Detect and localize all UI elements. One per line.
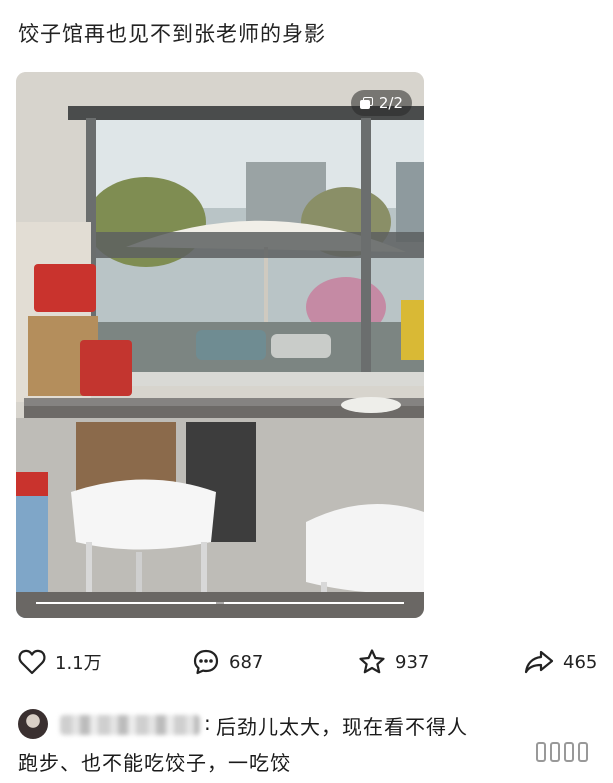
more-indicator-mark [550, 742, 560, 762]
blurred-username [60, 715, 200, 735]
avatar[interactable] [18, 709, 48, 739]
like-count: 1.1万 [55, 653, 102, 674]
star-icon [359, 649, 385, 674]
chat-bubble-icon [193, 649, 219, 675]
carousel-segment-2 [223, 602, 404, 604]
comment-item[interactable]: : 后劲儿太大，现在看不得人 跑步、也不能吃饺子，一吃饺 [18, 705, 598, 781]
favorite-button[interactable]: 937 [358, 642, 429, 682]
page-indicator-badge: 2/2 [350, 90, 412, 116]
comment-text-line1: 后劲儿太大，现在看不得人 [216, 715, 468, 739]
comment-count: 687 [229, 651, 264, 673]
post-image[interactable]: 2/2 [16, 72, 424, 618]
favorite-count: 937 [395, 651, 430, 673]
like-button[interactable]: 1.1万 [18, 642, 102, 682]
cafe-window-photo [16, 72, 424, 618]
more-indicator [536, 739, 613, 765]
carousel-progress [36, 602, 404, 604]
heart-icon [18, 649, 46, 675]
page-indicator-text: 2/2 [378, 94, 403, 112]
comment-button[interactable]: 687 [192, 642, 263, 682]
share-count: 465 [563, 651, 598, 673]
comment-colon: : [204, 711, 212, 735]
carousel-segment-1 [36, 602, 217, 604]
share-button[interactable]: 465 [524, 642, 597, 682]
share-arrow-icon [524, 650, 554, 674]
action-bar: 1.1万 687 937 465 [0, 642, 613, 682]
comment-text-line2: 跑步、也不能吃饺子，一吃饺 [18, 751, 291, 775]
more-indicator-mark [536, 742, 546, 762]
more-indicator-mark [578, 742, 588, 762]
more-indicator-mark [564, 742, 574, 762]
image-stack-icon [359, 97, 373, 109]
post-title: 饺子馆再也见不到张老师的身影 [18, 22, 326, 46]
